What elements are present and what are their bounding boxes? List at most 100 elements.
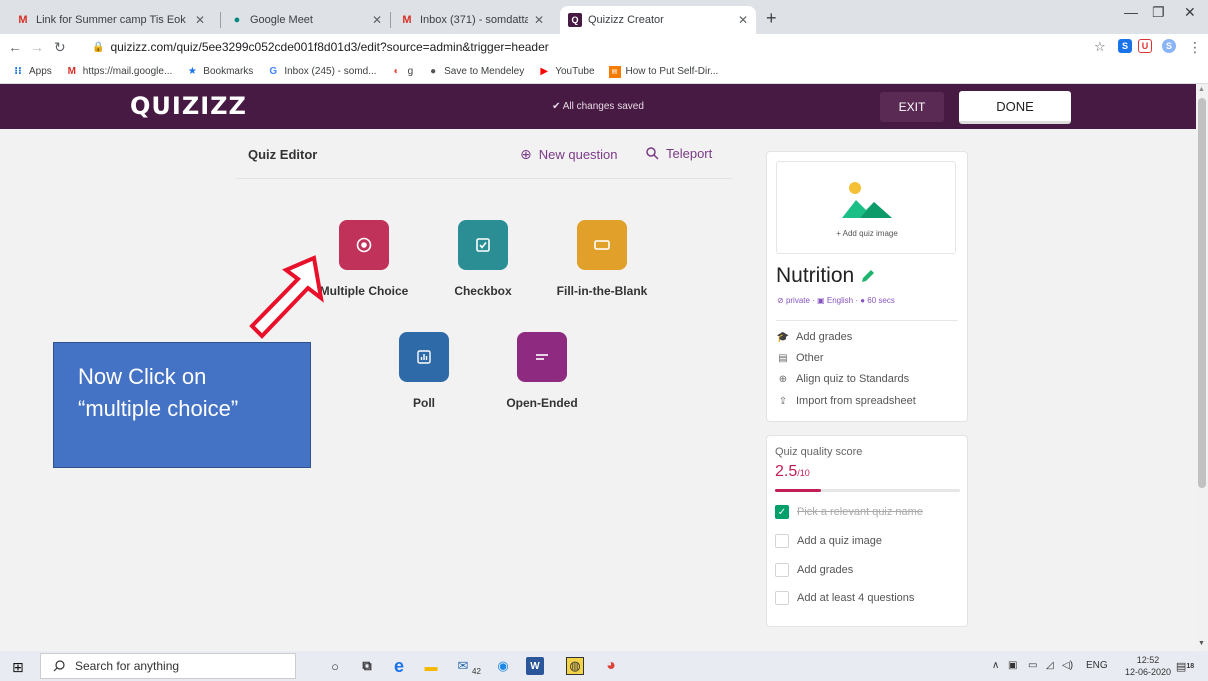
extension-icon[interactable]: U [1138,39,1152,53]
scroll-down-icon[interactable]: ▼ [1198,640,1205,647]
bookmark-item[interactable]: Mhttps://mail.google... [66,66,173,78]
bookmark-item[interactable]: ● Save to Mendeley [427,66,524,78]
notification-icon[interactable]: ▤ 18 [1176,657,1194,675]
browser-tab[interactable]: M Inbox (371) - somdattap@gmail. ✕ [392,6,552,34]
add-quiz-image-button[interactable]: + Add quiz image [776,161,956,254]
profile-avatar[interactable]: S [1162,39,1176,53]
clock[interactable]: 12:52 12-06-2020 [1125,654,1171,678]
instruction-line: Now Click on [78,364,207,389]
checklist-item[interactable]: Add grades [775,563,853,577]
blank-box-icon [577,220,627,270]
url-field[interactable]: 🔒 quizizz.com/quiz/5ee3299c052cde001f8d0… [92,36,1072,58]
checkbox-empty-icon [775,534,789,548]
file-explorer-icon[interactable]: ▬ [422,657,440,675]
close-tab-icon[interactable]: ✕ [195,13,205,27]
scrollbar-thumb[interactable] [1198,98,1206,488]
checklist-item[interactable]: ✓ Pick a relevant quiz name [775,505,923,519]
paint-icon[interactable]: ◍ [566,657,584,675]
youtube-icon: ▶ [540,66,549,77]
search-icon [53,660,65,672]
close-tab-icon[interactable]: ✕ [372,13,382,27]
browser-tab-active[interactable]: Q Quizizz Creator ✕ [560,6,756,34]
align-standards-option[interactable]: ⊕ Align quiz to Standards [776,373,909,385]
windows-start-icon[interactable]: ⊞ [12,659,24,676]
minimize-icon[interactable]: — [1124,4,1138,20]
quality-score-fill [775,489,822,492]
maximize-icon[interactable]: ❐ [1152,4,1165,21]
teleport-button[interactable]: Teleport [646,146,712,161]
tray-chevron-icon[interactable]: ∧ [992,660,999,671]
scroll-up-icon[interactable]: ▲ [1198,86,1205,93]
text-lines-icon [517,332,567,382]
checklist-item[interactable]: Add at least 4 questions [775,591,914,605]
browser-tab[interactable]: M Link for Summer camp Tis Eok D ✕ [8,6,213,34]
mail-icon[interactable]: ✉ [454,657,472,675]
gmail-icon: M [402,14,412,26]
other-option[interactable]: ▤ Other [776,352,823,364]
bookmark-item[interactable]: G Inbox (245) - somd... [267,66,376,78]
volume-icon[interactable]: ◁) [1062,660,1073,671]
question-type-checkbox[interactable]: Checkbox [423,220,543,298]
language-icon: ▣ [817,296,825,305]
language-indicator[interactable]: ENG [1086,660,1108,671]
radio-icon [339,220,389,270]
address-bar-row: ← → ↻ 🔒 quizizz.com/quiz/5ee3299c052cde0… [0,34,1208,60]
quiz-name[interactable]: Nutrition [776,264,876,288]
menu-kebab-icon[interactable]: ⋮ [1188,39,1202,56]
new-question-button[interactable]: ⊕ New question [520,146,618,163]
extension-icon[interactable]: S [1118,39,1132,53]
edge-icon[interactable]: e [390,656,408,676]
back-icon[interactable]: ← [8,39,22,55]
bookmark-item[interactable]: ★ Bookmarks [186,66,254,78]
import-spreadsheet-option[interactable]: ⇪ Import from spreadsheet [776,395,916,407]
checkbox-empty-icon [775,563,789,577]
add-quiz-image-label: + Add quiz image [836,229,898,238]
exit-button[interactable]: EXIT [880,92,944,122]
page-scrollbar[interactable]: ▲ ▼ [1196,84,1208,651]
close-tab-icon[interactable]: ✕ [534,13,544,27]
bookmark-item[interactable]: ▤ How to Put Self-Dir... [608,65,718,78]
close-tab-icon[interactable]: ✕ [738,13,748,27]
question-type-open-ended[interactable]: Open-Ended [482,332,602,410]
gmail-icon: M [18,14,28,26]
quiz-meta[interactable]: ⊘ private · ▣ English · ● 60 secs [777,296,895,305]
taskbar-search-input[interactable]: Search for anything [40,653,296,679]
chrome-icon[interactable]: ◕ [602,657,620,675]
quality-score-label: Quiz quality score [775,446,863,458]
browser-tab[interactable]: ● Google Meet ✕ [222,6,390,34]
forward-icon[interactable]: → [30,39,44,55]
done-button[interactable]: DONE [959,91,1071,124]
instruction-callout: Now Click on “multiple choice” [53,342,311,468]
clock-icon: ● [860,296,866,305]
browser-tab-strip: M Link for Summer camp Tis Eok D ✕ ● Goo… [0,0,1208,34]
bookmark-item[interactable]: ⁝⁝ Apps [12,66,52,78]
checklist-item[interactable]: Add a quiz image [775,534,882,548]
checkbox-empty-icon [775,591,789,605]
new-tab-button[interactable]: + [766,8,777,29]
divider [776,320,958,321]
add-grades-option[interactable]: 🎓 Add grades [776,331,853,343]
bookmark-item[interactable]: ◐ g [391,66,414,78]
apps-grid-icon: ⁝⁝ [14,66,22,77]
battery-icon[interactable]: ▭ [1028,660,1037,671]
g-icon: ◐ [393,66,400,77]
quality-score-bar [775,489,960,492]
close-window-icon[interactable]: ✕ [1184,4,1196,21]
question-type-poll[interactable]: Poll [364,332,484,410]
word-icon[interactable]: W [526,657,544,675]
document-icon: ▤ [778,352,788,364]
app-icon[interactable]: ◉ [494,657,512,675]
task-view-icon[interactable]: ⧉ [358,657,376,675]
pencil-icon[interactable] [860,268,876,284]
search-icon [646,147,659,160]
network-icon[interactable]: ◿ [1046,660,1054,671]
reload-icon[interactable]: ↻ [54,39,66,56]
question-type-fill-in-the-blank[interactable]: Fill-in-the-Blank [542,220,662,298]
google-icon: G [269,66,278,77]
bookmark-star-icon[interactable]: ☆ [1094,39,1106,55]
meet-icon: ● [233,14,241,26]
tray-app-icon[interactable]: ▣ [1008,660,1017,671]
cortana-icon[interactable]: ○ [326,657,344,675]
bookmark-item[interactable]: ▶ YouTube [538,66,594,78]
quizizz-icon: Q [568,13,582,27]
